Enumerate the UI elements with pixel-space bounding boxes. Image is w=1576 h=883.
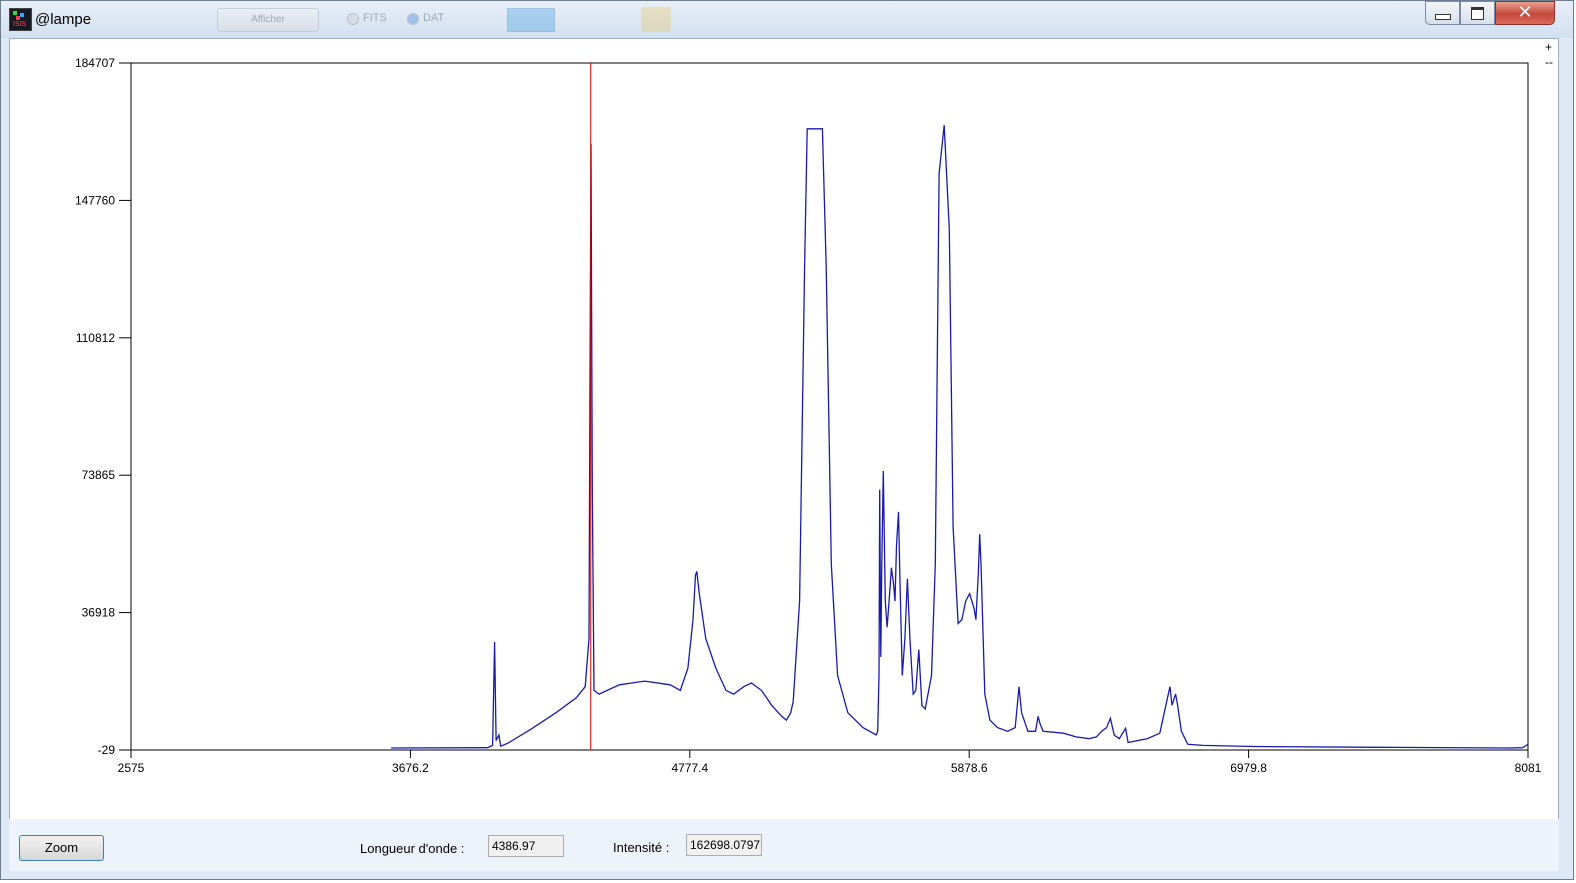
x-axis: 2575 3676.2 4777.4 5878.6 6979.8 8081 [118,750,1542,775]
y-tick-label: 184707 [75,56,115,70]
y-tick-label: -29 [98,743,116,757]
y-tick-label: 73865 [82,468,116,482]
spectrum-series-line [391,125,1529,749]
wavelength-field[interactable]: 4386.97 [488,835,564,857]
intensity-label: Intensité : [613,840,670,855]
plot-frame [130,62,1529,751]
x-tick-label: 4777.4 [671,761,708,775]
x-tick-label: 6979.8 [1230,761,1267,775]
x-tick-label: 3676.2 [392,761,429,775]
x-tick-label: 5878.6 [951,761,988,775]
spectrum-chart[interactable]: -29 36918 73865 110812 147760 184707 2575 3676… [1,1,1576,883]
zoom-button[interactable]: Zoom [19,835,104,861]
y-tick-label: 147760 [75,193,115,207]
x-tick-label: 8081 [1515,761,1542,775]
y-tick-label: 36918 [82,606,116,620]
application-window: ISIS @lampe Afficher FITS DAT ✕ + -- -29… [0,0,1574,880]
wavelength-label: Longueur d'onde : [360,841,465,856]
y-tick-label: 110812 [76,331,115,345]
x-tick-label: 2575 [118,761,145,775]
y-axis: -29 36918 73865 110812 147760 184707 [75,56,131,757]
intensity-field[interactable]: 162698.0797 [686,834,762,856]
